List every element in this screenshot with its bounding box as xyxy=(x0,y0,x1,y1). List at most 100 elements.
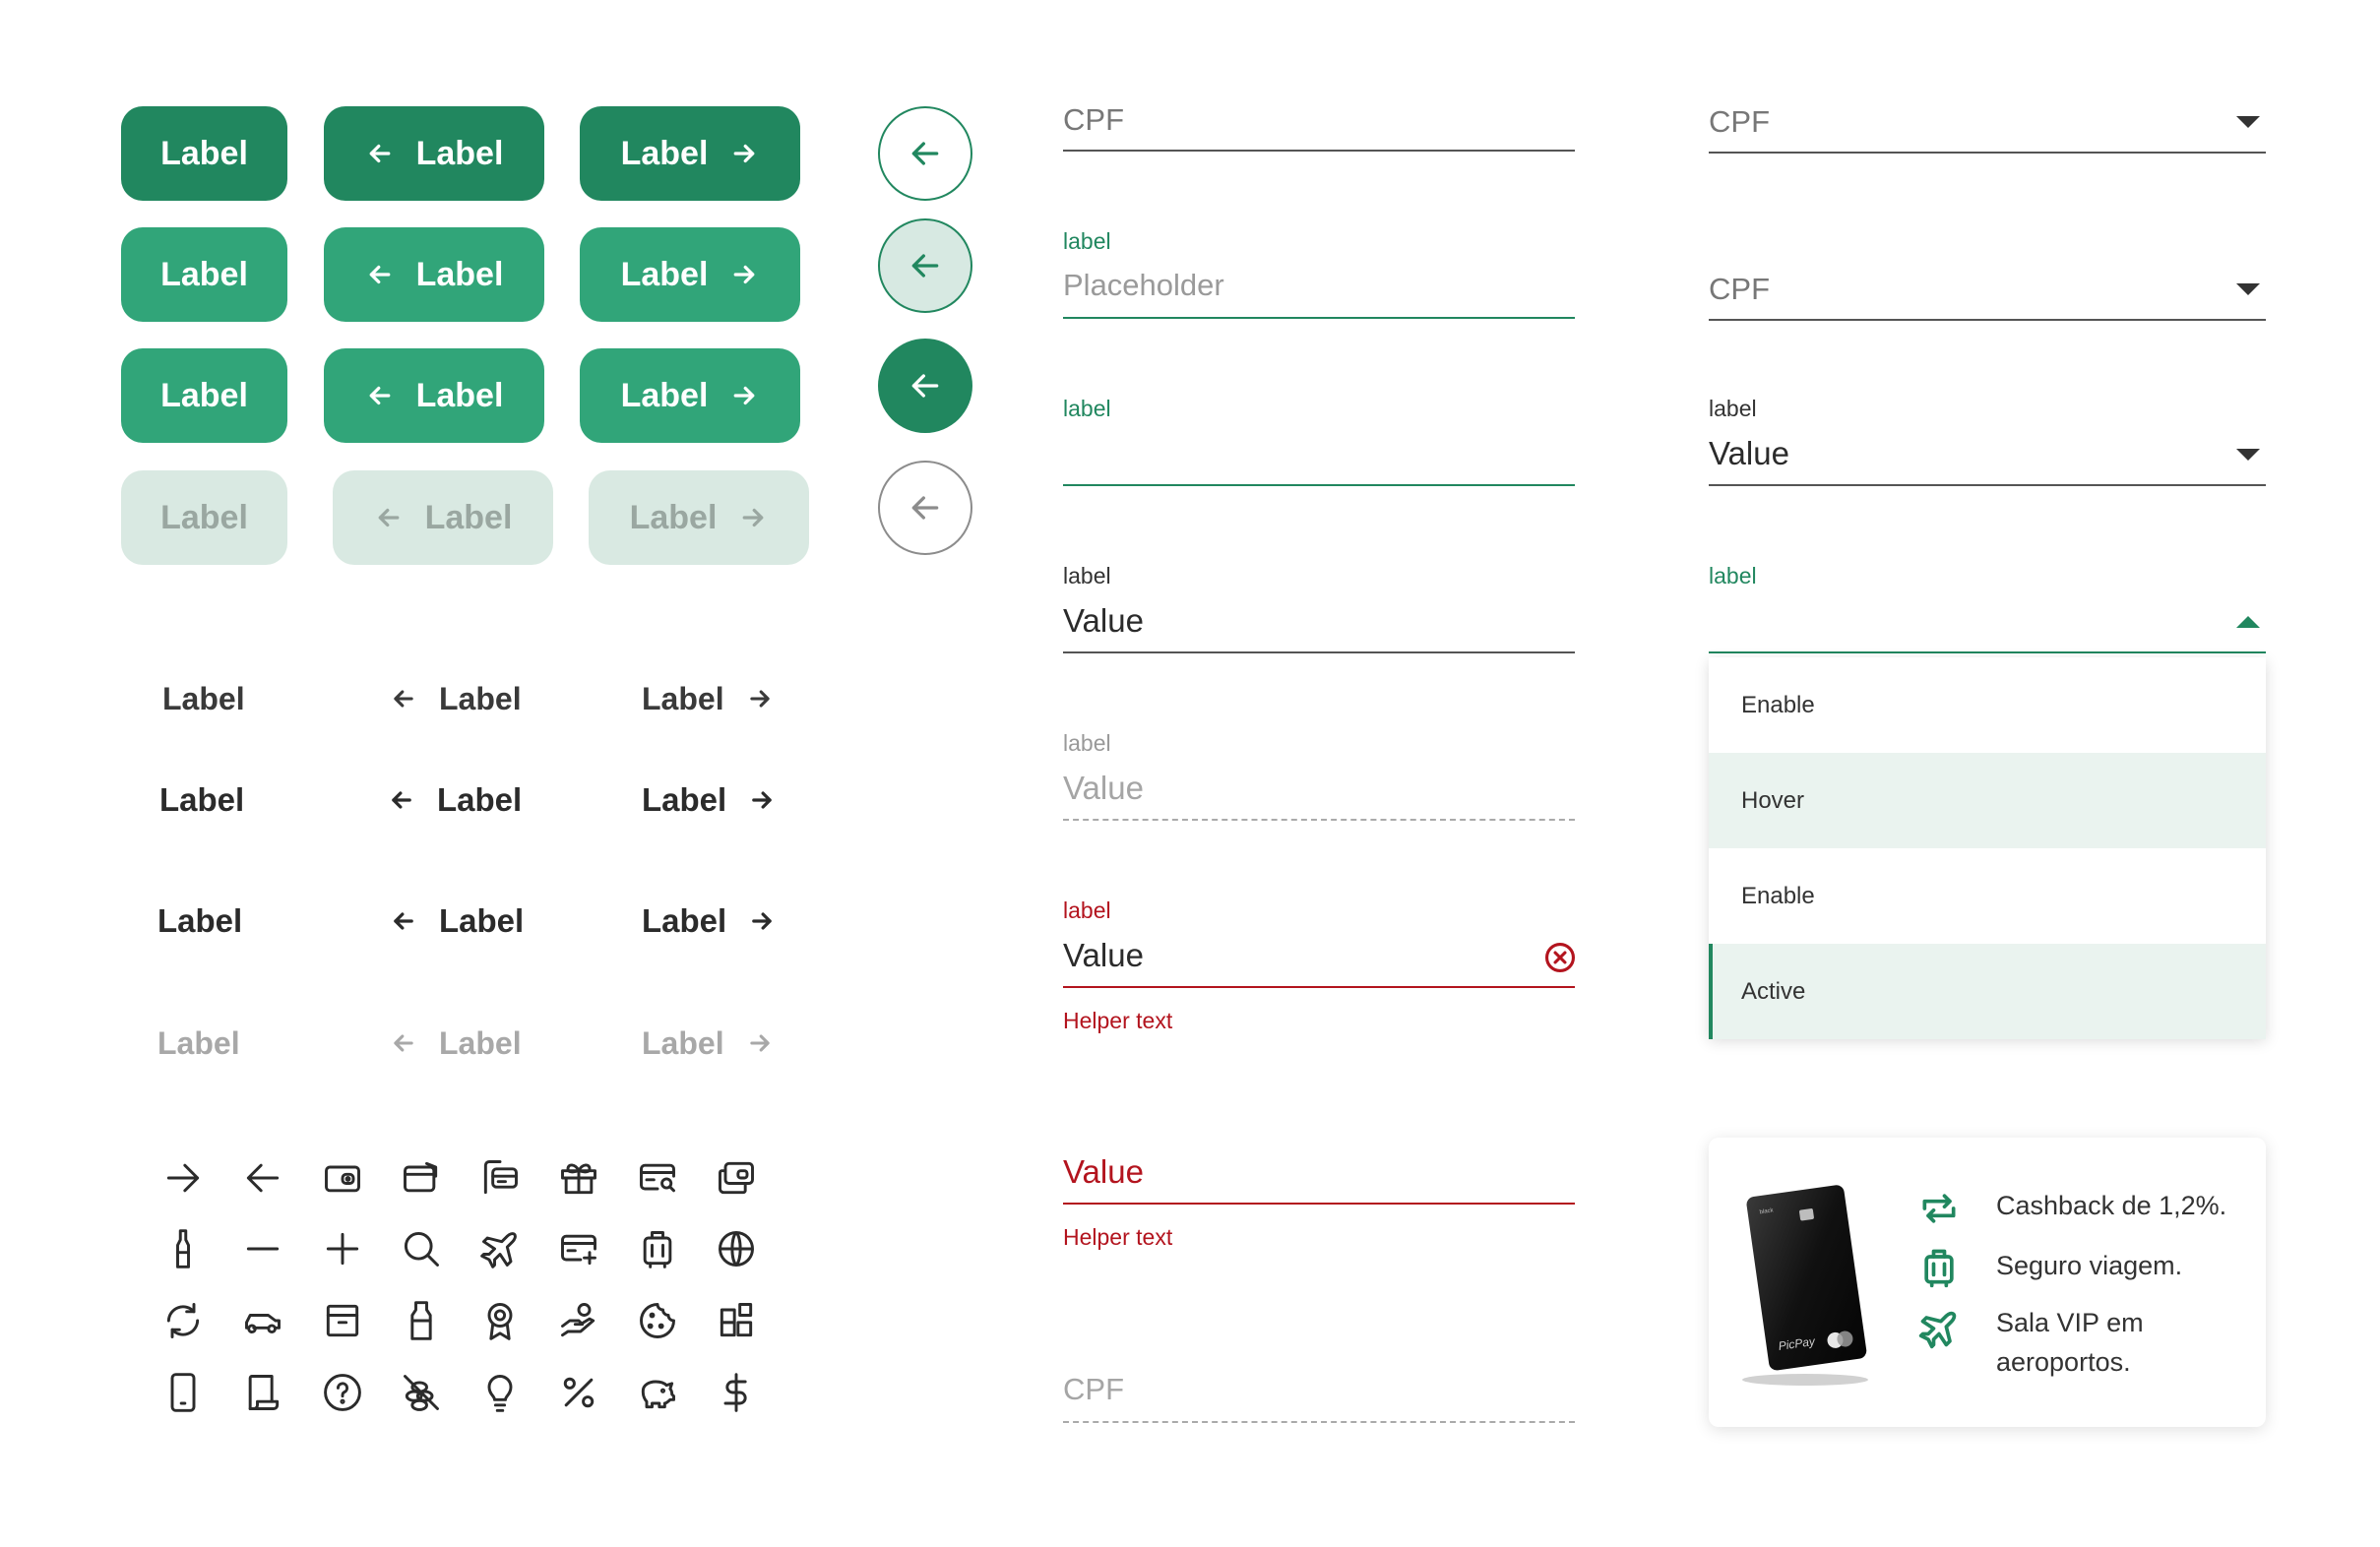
select-placeholder: CPF xyxy=(1709,104,1770,139)
arrow-right-icon xyxy=(734,386,755,405)
arrow-right-icon xyxy=(752,912,773,930)
button-label: Label xyxy=(620,376,709,414)
no-gluten-icon xyxy=(400,1371,443,1414)
text-button-next[interactable]: Label xyxy=(642,669,774,728)
helper-text: Helper text xyxy=(1063,1224,1173,1250)
arrow-left-icon xyxy=(911,142,939,165)
text-button-next-hover[interactable]: Label xyxy=(642,771,776,830)
select-underline xyxy=(1709,651,2266,653)
field-placeholder: Placeholder xyxy=(1063,268,1224,302)
select-label: label xyxy=(1709,563,1757,588)
arrow-left-icon xyxy=(911,496,939,520)
select-cpf[interactable]: CPF xyxy=(1709,98,2266,157)
select-open[interactable]: label xyxy=(1709,561,2266,659)
field-underline xyxy=(1063,1203,1575,1205)
field-underline xyxy=(1063,819,1575,821)
primary-button-pressed[interactable]: Label xyxy=(121,106,287,201)
primary-button[interactable]: Label xyxy=(121,348,287,443)
field-underline xyxy=(1063,150,1575,152)
airplane-icon xyxy=(478,1227,522,1270)
field-value: Value xyxy=(1063,1153,1144,1190)
arrow-left-icon xyxy=(394,1034,413,1052)
select-cpf-2[interactable]: CPF xyxy=(1709,266,2266,325)
primary-button-next-pressed[interactable]: Label xyxy=(580,106,800,201)
select-underline xyxy=(1709,152,2266,154)
primary-button-next[interactable]: Label xyxy=(580,348,800,443)
arrow-left-icon xyxy=(392,791,411,809)
button-label: Label xyxy=(439,1024,522,1061)
field-underline xyxy=(1063,317,1575,319)
box-icon xyxy=(321,1299,364,1342)
dropdown-item-enable[interactable]: Enable xyxy=(1709,657,2266,753)
field-underline xyxy=(1063,1421,1575,1423)
text-button-back[interactable]: Label xyxy=(390,669,522,728)
benefit-text: Cashback de 1,2%. xyxy=(1996,1191,2227,1220)
text-field-filled[interactable]: label Value xyxy=(1063,561,1575,659)
text-button-back-hover[interactable]: Label xyxy=(388,771,522,830)
clear-error-icon[interactable] xyxy=(1543,941,1577,974)
button-label: Label xyxy=(415,255,504,293)
field-label: label xyxy=(1063,730,1111,756)
round-back-button-disabled xyxy=(878,461,972,555)
arrow-left-icon xyxy=(394,912,413,930)
helper-text: Helper text xyxy=(1063,1008,1173,1033)
round-back-button[interactable] xyxy=(878,106,972,201)
select-underline xyxy=(1709,319,2266,321)
arrow-right-icon xyxy=(743,508,764,527)
button-label: Label xyxy=(620,134,709,172)
text-field-disabled: label Value xyxy=(1063,728,1575,827)
button-label: Label xyxy=(160,376,248,414)
round-back-button-hover[interactable] xyxy=(878,218,972,313)
select-placeholder: CPF xyxy=(1709,272,1770,306)
button-label: Label xyxy=(160,255,248,293)
dropdown-item-enable-2[interactable]: Enable xyxy=(1709,848,2266,944)
button-label: Label xyxy=(642,680,724,716)
car-icon xyxy=(241,1299,284,1342)
award-icon xyxy=(478,1299,522,1342)
arrow-right-icon xyxy=(734,144,755,163)
primary-button-disabled: Label xyxy=(121,470,287,565)
primary-button-back[interactable]: Label xyxy=(324,348,544,443)
select-value: Value xyxy=(1709,435,1789,471)
text-button-hover[interactable]: Label xyxy=(159,771,244,830)
field-value: Value xyxy=(1063,770,1144,806)
button-label: Label xyxy=(424,498,513,536)
select-filled[interactable]: label Value xyxy=(1709,394,2266,492)
primary-button-back-pressed[interactable]: Label xyxy=(324,106,544,201)
text-field-cpf[interactable]: CPF xyxy=(1063,98,1575,157)
text-button[interactable]: Label xyxy=(162,669,245,728)
text-button-disabled: Label xyxy=(157,1014,240,1073)
primary-button-hover[interactable]: Label xyxy=(121,227,287,322)
widgets-icon xyxy=(715,1299,758,1342)
dropdown-item-hover[interactable]: Hover xyxy=(1709,753,2266,848)
credit-card-image: PicPay black xyxy=(1728,1179,1876,1391)
arrow-left-icon xyxy=(911,374,939,398)
field-placeholder: CPF xyxy=(1063,1372,1124,1406)
text-field-error[interactable]: label Value Helper text xyxy=(1063,896,1577,1043)
text-field-error-no-label[interactable]: Value Helper text xyxy=(1063,1151,1575,1260)
search-icon xyxy=(400,1227,443,1270)
text-button-back-pressed[interactable]: Label xyxy=(390,892,524,951)
text-field-focused[interactable]: label Placeholder xyxy=(1063,226,1575,325)
text-button-next-pressed[interactable]: Label xyxy=(642,892,776,951)
receipt-icon xyxy=(241,1371,284,1414)
hand-coins-icon xyxy=(557,1299,600,1342)
card-search-icon xyxy=(636,1156,679,1200)
primary-button-next-disabled: Label xyxy=(589,470,809,565)
primary-button-next-hover[interactable]: Label xyxy=(580,227,800,322)
button-label: Label xyxy=(629,498,718,536)
text-button-pressed[interactable]: Label xyxy=(157,892,242,951)
arrow-left-icon xyxy=(911,254,939,278)
folder-card-icon xyxy=(478,1156,522,1200)
dropdown-menu: Enable Hover Enable Active xyxy=(1709,657,2266,1039)
button-label: Label xyxy=(157,902,243,939)
button-label: Label xyxy=(642,781,727,818)
arrow-left-icon xyxy=(369,265,390,284)
round-back-button-pressed[interactable] xyxy=(878,339,972,433)
dropdown-item-active[interactable]: Active xyxy=(1709,944,2266,1039)
text-field-focused-empty[interactable]: label xyxy=(1063,394,1575,492)
field-value: Value xyxy=(1063,602,1144,639)
primary-button-back-hover[interactable]: Label xyxy=(324,227,544,322)
luggage-icon xyxy=(1917,1246,1961,1289)
arrow-left-icon xyxy=(369,144,390,163)
